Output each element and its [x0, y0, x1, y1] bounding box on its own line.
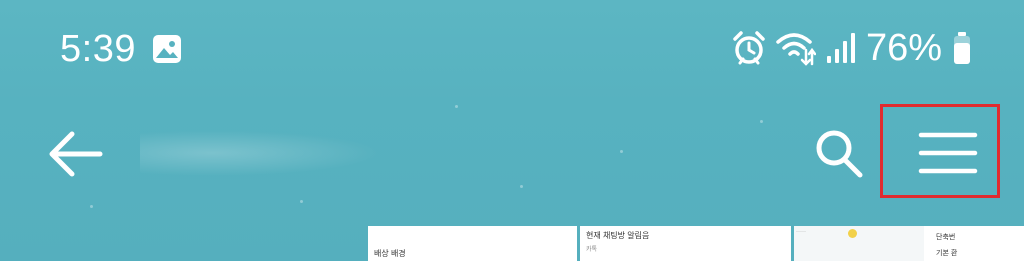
- battery-icon: [954, 32, 970, 64]
- background-speck: [90, 205, 93, 208]
- background-speck: [760, 120, 763, 123]
- signal-icon: [826, 33, 855, 63]
- status-time: 5:39: [60, 28, 136, 70]
- thumbnail[interactable]: ····· 단축번 기본 환: [794, 226, 1024, 261]
- wifi-icon: [776, 33, 816, 66]
- thumbnail[interactable]: 현재 채팅방 알림음 카톡: [580, 226, 791, 261]
- thumbnail-strip: 배상 배경 현재 채팅방 알림음 카톡 ····· 단축번 기본 환: [368, 226, 1024, 261]
- arrow-left-icon: [49, 131, 103, 177]
- search-button[interactable]: [810, 122, 870, 186]
- background-speck: [520, 185, 523, 188]
- thumbnail-mini-header: ·····: [796, 229, 806, 235]
- thumbnail-label: 현재 채팅방 알림음: [586, 231, 650, 240]
- search-icon: [816, 130, 863, 178]
- status-icons: 76%: [732, 26, 972, 70]
- background-speck: [300, 200, 303, 203]
- background-speck: [455, 105, 458, 108]
- app-toolbar: [0, 100, 1024, 210]
- thumbnail[interactable]: 배상 배경: [368, 226, 577, 261]
- thumbnail-sublabel: 기본 환: [936, 250, 958, 257]
- menu-button[interactable]: [880, 104, 1000, 198]
- battery-percent: 76%: [865, 26, 942, 69]
- back-button[interactable]: [40, 122, 110, 186]
- thumbnail-sublabel: 카톡: [586, 247, 598, 253]
- thumbnail-label: 배상 배경: [374, 249, 406, 258]
- hamburger-menu-icon: [918, 132, 978, 174]
- status-bar: 5:39 76%: [0, 0, 1024, 92]
- alarm-icon: [733, 31, 765, 65]
- chat-title-blurred: [140, 130, 380, 176]
- thumbnail-mini-badge: [848, 229, 857, 238]
- background-speck: [620, 150, 623, 153]
- gallery-icon: [153, 35, 181, 63]
- thumbnail-label: 단축번: [936, 234, 956, 241]
